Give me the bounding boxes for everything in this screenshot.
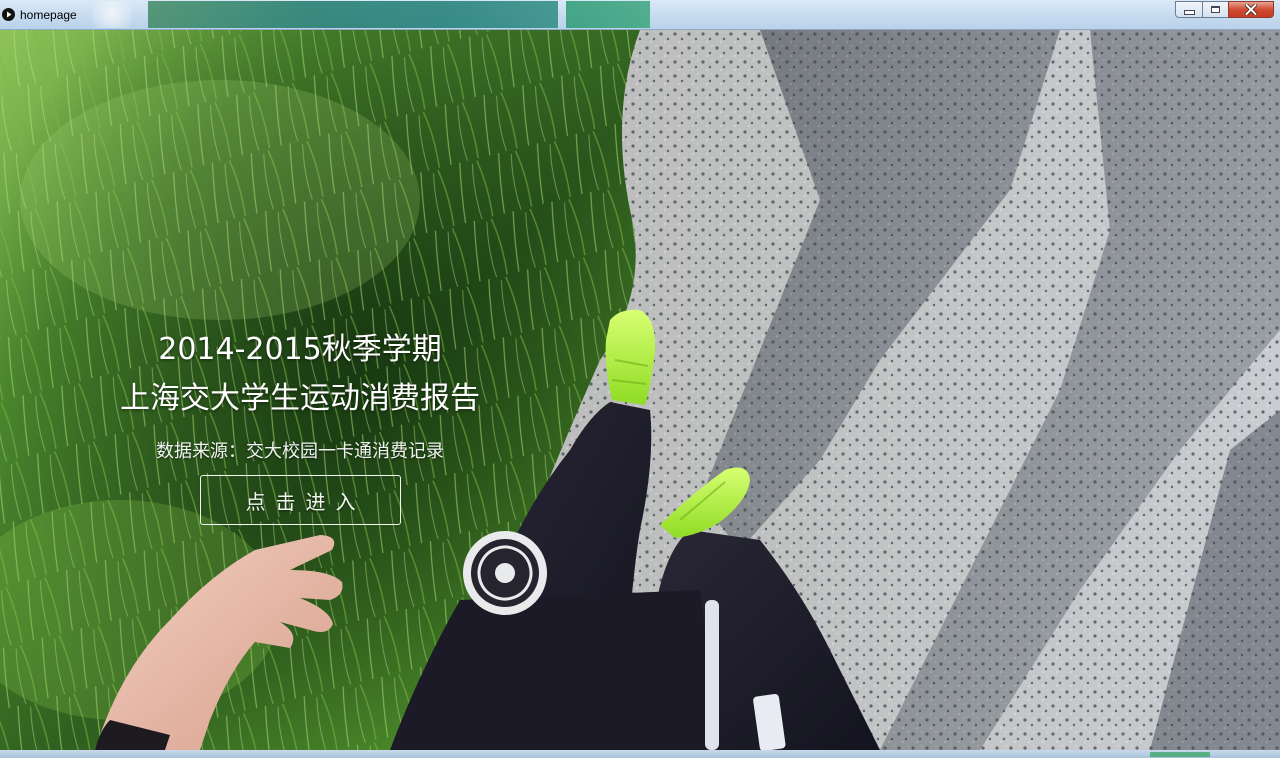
window-controls	[1175, 1, 1274, 19]
report-term-title: 2014-2015秋季学期	[158, 332, 442, 367]
window-bottom-border	[0, 750, 1280, 758]
report-main-title: 上海交大学生运动消费报告	[120, 381, 480, 416]
background-photo: 2014-2015秋季学期 上海交大学生运动消费报告 数据来源：交大校园一卡通消…	[0, 30, 1280, 750]
minimize-button[interactable]	[1175, 1, 1202, 18]
play-circle-icon	[2, 8, 15, 21]
enter-button[interactable]: 点击进入	[200, 475, 401, 525]
maximize-icon	[1211, 6, 1220, 13]
titlebar-glass-tint	[148, 1, 558, 28]
maximize-button[interactable]	[1202, 1, 1228, 18]
titlebar-glass-tint	[566, 1, 650, 28]
bottom-border-tint	[1150, 752, 1210, 757]
close-icon	[1245, 4, 1257, 15]
data-source-caption: 数据来源：交大校园一卡通消费记录	[156, 441, 444, 462]
titlebar-glass-highlight	[92, 1, 132, 28]
minimize-icon	[1183, 10, 1195, 15]
window-title: homepage	[20, 8, 77, 22]
window-title-bar[interactable]: homepage	[0, 0, 1280, 30]
close-button[interactable]	[1228, 1, 1274, 18]
